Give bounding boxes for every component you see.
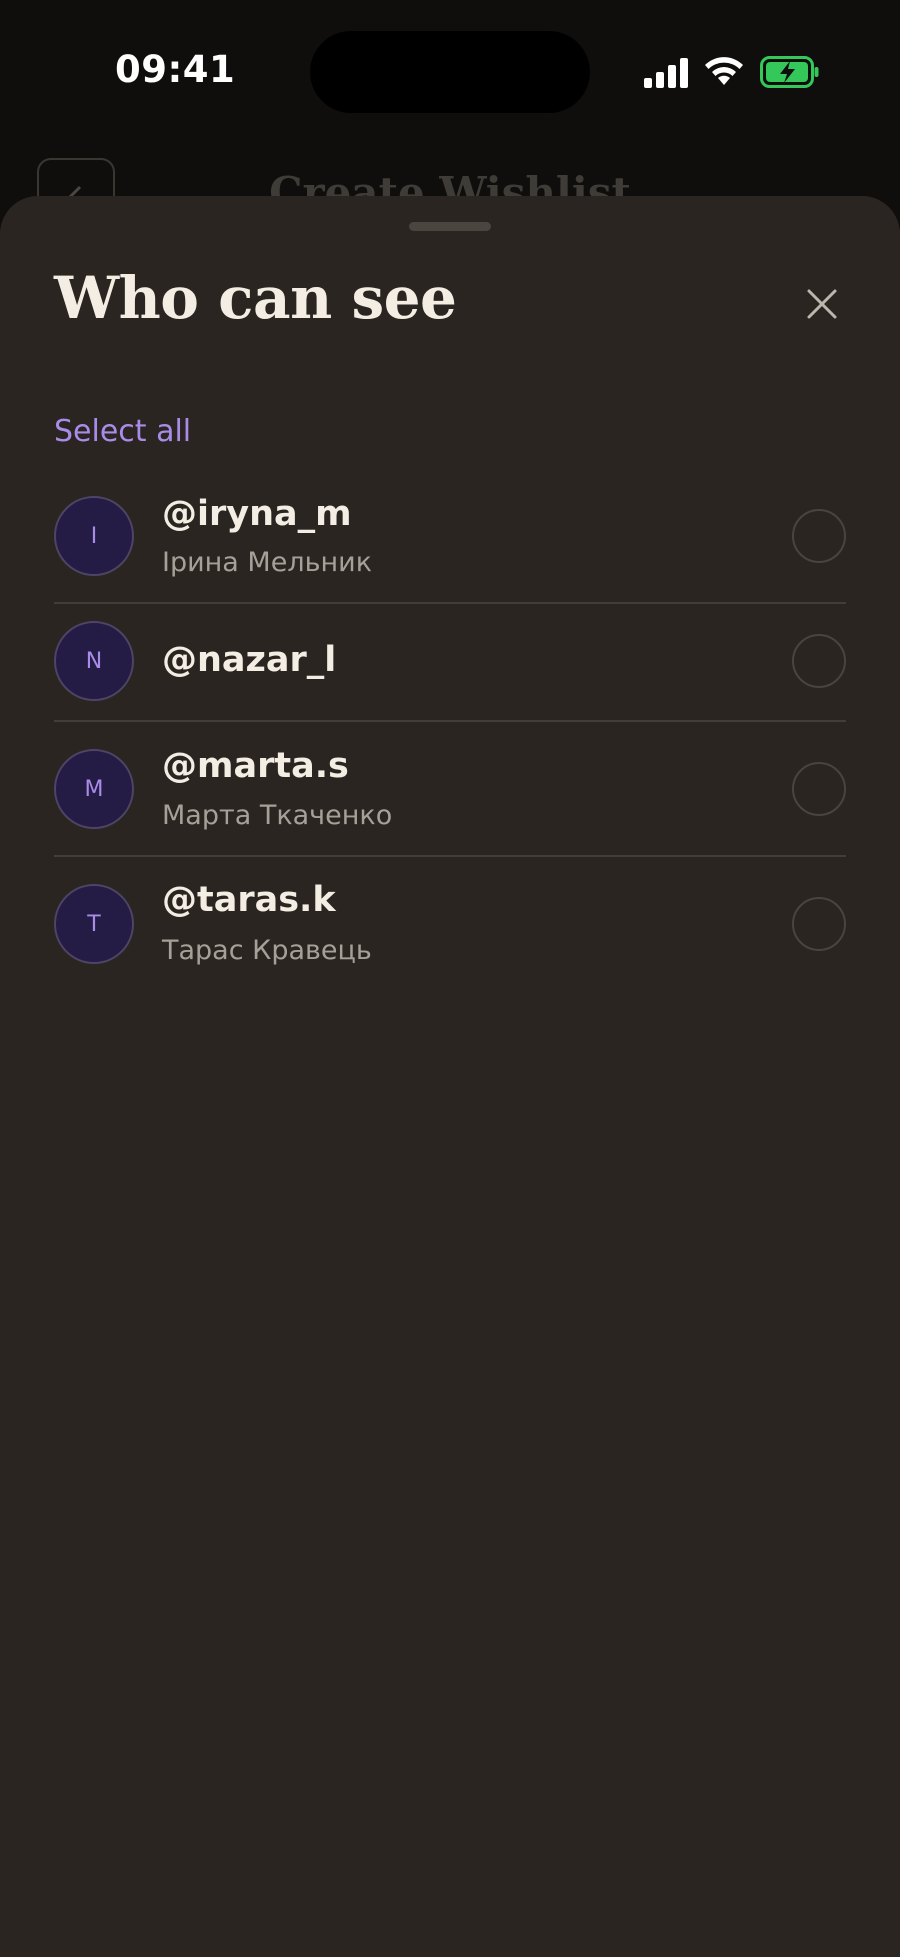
- select-radio[interactable]: [792, 509, 846, 563]
- friend-username: @iryna_m: [162, 494, 352, 534]
- friend-username: @nazar_l: [162, 640, 337, 680]
- battery-charging-icon: [760, 56, 819, 88]
- signal-icon: [644, 58, 688, 88]
- sheet-grabber[interactable]: [409, 222, 491, 231]
- select-radio[interactable]: [792, 762, 846, 816]
- dynamic-island: [310, 31, 590, 113]
- friend-row[interactable]: I @iryna_m Ірина Мельник: [54, 476, 846, 604]
- avatar: N: [54, 621, 134, 701]
- select-radio[interactable]: [792, 634, 846, 688]
- friend-row[interactable]: N @nazar_l: [54, 604, 846, 722]
- friend-full-name: Марта Ткаченко: [162, 800, 393, 831]
- avatar: T: [54, 884, 134, 964]
- friend-list: I @iryna_m Ірина Мельник N @nazar_l M @m…: [54, 476, 846, 992]
- friend-row[interactable]: T @taras.k Тарас Кравець: [54, 857, 846, 992]
- who-can-see-sheet: Who can see Select all I @iryna_m Ірина …: [0, 196, 900, 1957]
- sheet-title: Who can see: [54, 264, 457, 332]
- friend-username: @marta.s: [162, 746, 349, 786]
- status-time: 09:41: [115, 48, 236, 91]
- select-all-button[interactable]: Select all: [54, 414, 191, 449]
- wifi-icon: [705, 57, 743, 85]
- friend-full-name: Тарас Кравець: [162, 935, 372, 966]
- screen: 09:41 Create Wishlist Who can see Select…: [0, 0, 900, 1957]
- friend-username: @taras.k: [162, 880, 336, 920]
- status-bar: 09:41: [0, 0, 900, 150]
- select-radio[interactable]: [792, 897, 846, 951]
- close-icon: [807, 289, 837, 319]
- close-button[interactable]: [800, 282, 844, 326]
- avatar: I: [54, 496, 134, 576]
- avatar: M: [54, 749, 134, 829]
- friend-row[interactable]: M @marta.s Марта Ткаченко: [54, 722, 846, 857]
- friend-full-name: Ірина Мельник: [162, 547, 373, 578]
